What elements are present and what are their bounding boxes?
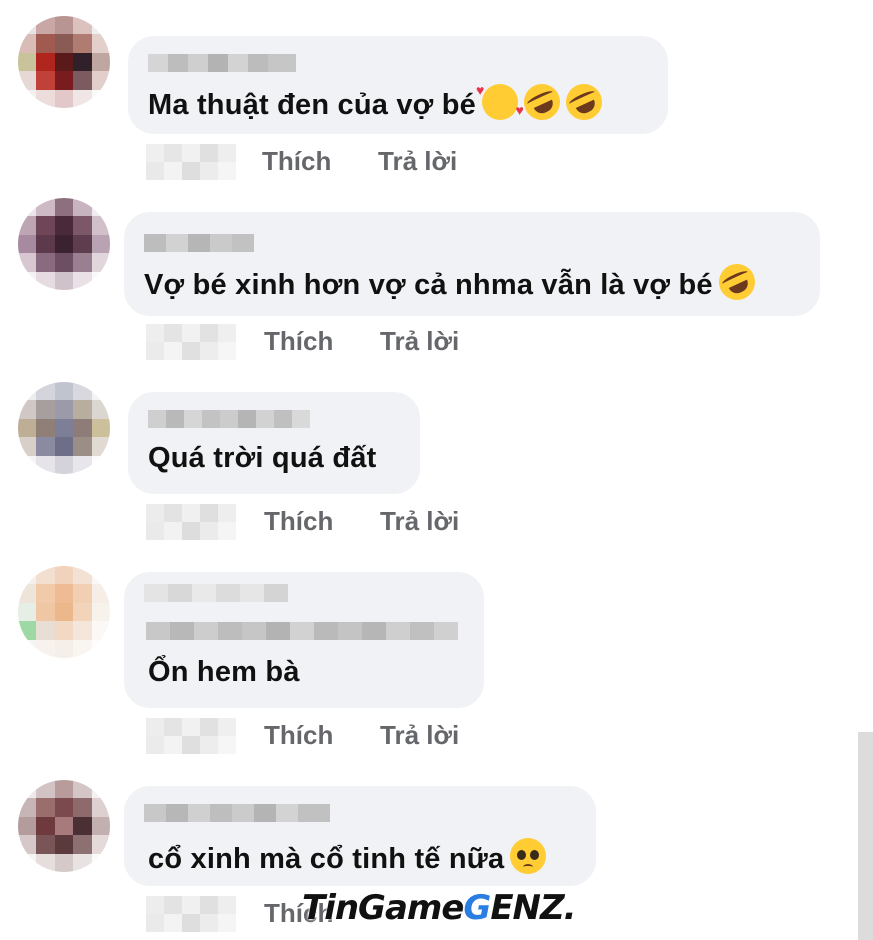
- comment-text: Quá trời quá đất: [148, 442, 377, 474]
- comment-actions: Thích Trả lời: [146, 504, 486, 544]
- comment-text: Ma thuật đen của vợ bé: [148, 78, 608, 126]
- like-button[interactable]: Thích: [264, 326, 333, 357]
- watermark-logo: TinGameGENZ.: [302, 888, 577, 928]
- comment-actions: Thích Trả lời: [146, 718, 486, 758]
- like-button[interactable]: Thích: [262, 146, 331, 177]
- comment-actions: Thích Trả lời: [146, 144, 486, 184]
- like-button[interactable]: Thích: [264, 720, 333, 751]
- comment-thread: Ma thuật đen của vợ bé Thích Trả lời: [0, 0, 873, 940]
- comment-bubble: Ổn hem bà: [124, 572, 484, 708]
- scrollbar[interactable]: [858, 732, 873, 940]
- author-name-blurred[interactable]: [146, 622, 458, 640]
- author-name-blurred[interactable]: [144, 584, 288, 602]
- comment-text: cổ xinh mà cổ tinh tế nữa: [148, 838, 547, 876]
- timestamp-blurred[interactable]: [146, 144, 236, 180]
- comment-bubble: Vợ bé xinh hơn vợ cả nhma vẫn là vợ bé: [124, 212, 820, 316]
- timestamp-blurred[interactable]: [146, 504, 236, 540]
- reply-button[interactable]: Trả lời: [380, 720, 459, 751]
- avatar[interactable]: [18, 198, 110, 290]
- comment-bubble: cổ xinh mà cổ tinh tế nữa: [124, 786, 596, 886]
- rolling-on-floor-laughing-icon: [518, 78, 566, 126]
- reply-button[interactable]: Trả lời: [380, 506, 459, 537]
- timestamp-blurred[interactable]: [146, 718, 236, 754]
- comment-text: Vợ bé xinh hơn vợ cả nhma vẫn là vợ bé: [144, 258, 761, 306]
- avatar[interactable]: [18, 382, 110, 474]
- smiling-face-with-hearts-icon: [476, 82, 524, 120]
- reply-button[interactable]: Trả lời: [380, 326, 459, 357]
- avatar[interactable]: [18, 780, 110, 872]
- like-button[interactable]: Thích: [264, 506, 333, 537]
- author-name-blurred[interactable]: [144, 234, 254, 252]
- comment-bubble: Ma thuật đen của vợ bé: [128, 36, 668, 134]
- reply-button[interactable]: Trả lời: [378, 146, 457, 177]
- comment-bubble: Quá trời quá đất: [128, 392, 420, 494]
- comment-actions: Thích Trả lời: [146, 324, 486, 364]
- comment-text: Ổn hem bà: [148, 656, 300, 688]
- avatar[interactable]: [18, 566, 110, 658]
- author-name-blurred[interactable]: [148, 410, 310, 428]
- timestamp-blurred[interactable]: [146, 896, 236, 932]
- pleading-face-icon: [510, 838, 547, 874]
- rolling-on-floor-laughing-icon: [712, 258, 761, 306]
- timestamp-blurred[interactable]: [146, 324, 236, 360]
- rolling-on-floor-laughing-icon: [560, 78, 608, 126]
- author-name-blurred[interactable]: [148, 54, 296, 72]
- avatar[interactable]: [18, 16, 110, 108]
- author-name-blurred[interactable]: [144, 804, 330, 822]
